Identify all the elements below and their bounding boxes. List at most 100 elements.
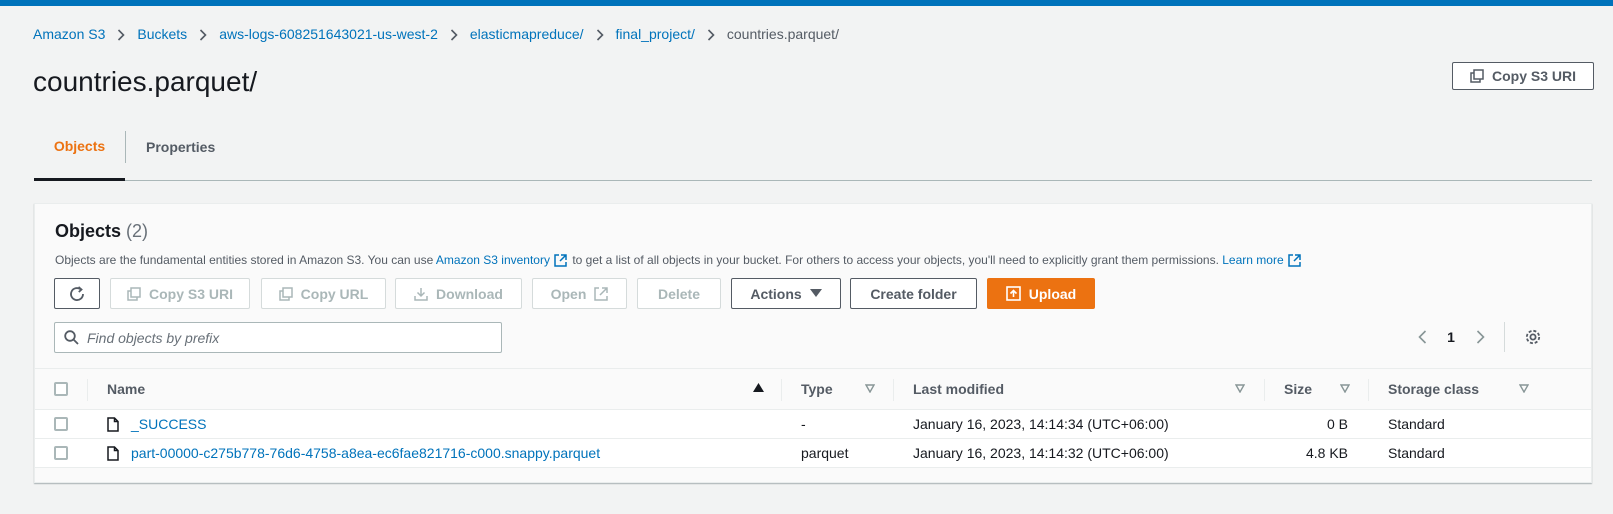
chevron-right-icon [105,26,137,42]
sort-ascending-icon[interactable] [753,383,764,393]
chevron-left-icon [1417,330,1426,344]
copy-s3-uri-label: Copy S3 URI [1491,68,1576,84]
download-icon [414,287,428,301]
column-divider [87,379,88,401]
tab-divider [125,131,126,163]
tab-properties[interactable]: Properties [146,131,215,180]
tab-objects-label: Objects [53,138,106,154]
chevron-right-icon [584,26,616,42]
table-row[interactable]: _SUCCESS - January 16, 2023, 14:14:34 (U… [35,410,1591,439]
actions-dropdown-button[interactable]: Actions [731,278,841,309]
actions-label: Actions [750,285,802,302]
search-icon [64,330,79,345]
create-folder-label: Create folder [870,285,957,302]
column-header-type[interactable]: Type [801,369,833,409]
object-name-cell[interactable]: _SUCCESS [131,410,206,439]
chevron-right-icon [438,26,470,42]
copy-s3-uri-button[interactable]: Copy S3 URI [1452,62,1594,90]
storage-class-cell: Standard [1388,416,1445,432]
file-icon [107,446,119,461]
page-title: countries.parquet/ [33,66,258,97]
size-cell: 0 B [1326,416,1348,432]
copy-icon [278,286,293,301]
external-link-icon [554,254,567,270]
download-label: Download [436,285,503,302]
storage-class-cell: Standard [1388,445,1445,461]
delete-button[interactable]: Delete [637,278,721,309]
search-input[interactable] [87,329,487,346]
upload-label: Upload [1028,285,1077,302]
sort-icon[interactable] [1235,384,1245,393]
copy-icon [127,286,141,301]
type-cell: - [801,416,806,432]
objects-panel: Objects (2) Objects are the fundamental … [34,203,1592,483]
file-icon [107,417,119,432]
open-button[interactable]: Open [532,278,627,309]
table-header: Name Type Last modified Size Storage cla… [35,368,1591,410]
current-page-number[interactable]: 1 [1436,329,1466,345]
table-row[interactable]: part-00000-c275b778-76d6-4758-a8ea-ec6fa… [35,439,1591,468]
breadcrumb-elasticmapreduce[interactable]: elasticmapreduce/ [470,26,584,42]
column-header-last-modified[interactable]: Last modified [913,369,1004,409]
breadcrumb-bucket[interactable]: aws-logs-608251643021-us-west-2 [219,26,438,42]
gear-icon [1525,329,1541,345]
previous-page-button[interactable] [1408,323,1436,351]
row-checkbox[interactable] [54,446,68,460]
tab-bar: Objects Properties [34,131,1592,181]
next-page-button[interactable] [1466,323,1494,351]
open-label: Open [550,285,587,302]
size-cell: 4.8 KB [1305,445,1348,461]
copy-icon [1470,69,1484,83]
external-link-icon [594,286,609,301]
search-field[interactable] [54,322,502,353]
select-all-checkbox[interactable] [54,382,68,396]
type-cell: parquet [801,445,849,461]
upload-icon [1005,286,1021,301]
breadcrumb-amazon-s3[interactable]: Amazon S3 [33,26,105,42]
column-divider [1368,379,1369,401]
column-header-name[interactable]: Name [107,369,145,409]
desc-text-1: Objects are the fundamental entities sto… [55,253,436,267]
delete-label: Delete [657,285,701,302]
learn-more-link[interactable]: Learn more [1222,253,1283,267]
column-header-storage-class[interactable]: Storage class [1388,369,1479,409]
upload-button[interactable]: Upload [987,278,1095,309]
pagination-divider [1504,322,1505,352]
breadcrumb-final-project[interactable]: final_project/ [616,26,695,42]
chevron-right-icon [1476,330,1485,344]
column-divider [893,379,894,401]
column-divider [1264,379,1265,401]
sort-icon[interactable] [1519,384,1529,393]
column-divider [781,379,782,401]
refresh-button[interactable] [54,278,100,309]
preferences-button[interactable] [1519,323,1547,351]
refresh-icon [68,285,86,303]
top-bar [0,0,1613,6]
copy-url-button[interactable]: Copy URL [261,278,386,309]
sort-icon[interactable] [1340,384,1350,393]
create-folder-button[interactable]: Create folder [850,278,977,309]
objects-description: Objects are the fundamental entities sto… [55,253,1303,270]
desc-text-2: to get a list of all objects in your buc… [568,253,1223,267]
copy-s3-uri-toolbar-label: Copy S3 URI [148,285,233,302]
object-name-link[interactable]: _SUCCESS [131,416,206,432]
breadcrumb-current: countries.parquet/ [726,26,839,42]
last-modified-cell: January 16, 2023, 14:14:32 (UTC+06:00) [913,445,1169,461]
objects-count: (2) [126,221,149,241]
chevron-right-icon [187,26,219,42]
breadcrumb-buckets[interactable]: Buckets [137,26,187,42]
object-name-cell[interactable]: part-00000-c275b778-76d6-4758-a8ea-ec6fa… [131,439,600,468]
row-checkbox[interactable] [54,417,68,431]
objects-title-text: Objects [55,221,122,241]
column-header-size[interactable]: Size [1284,369,1312,409]
sort-icon[interactable] [865,384,875,393]
last-modified-cell: January 16, 2023, 14:14:34 (UTC+06:00) [913,416,1169,432]
external-link-icon [1287,254,1301,270]
pagination: 1 [1408,322,1547,352]
tab-objects[interactable]: Objects [34,131,125,181]
object-name-link[interactable]: part-00000-c275b778-76d6-4758-a8ea-ec6fa… [131,445,600,461]
s3-inventory-link[interactable]: Amazon S3 inventory [436,253,550,267]
copy-s3-uri-toolbar-button[interactable]: Copy S3 URI [110,278,250,309]
download-button[interactable]: Download [395,278,522,309]
copy-url-label: Copy URL [300,285,369,302]
